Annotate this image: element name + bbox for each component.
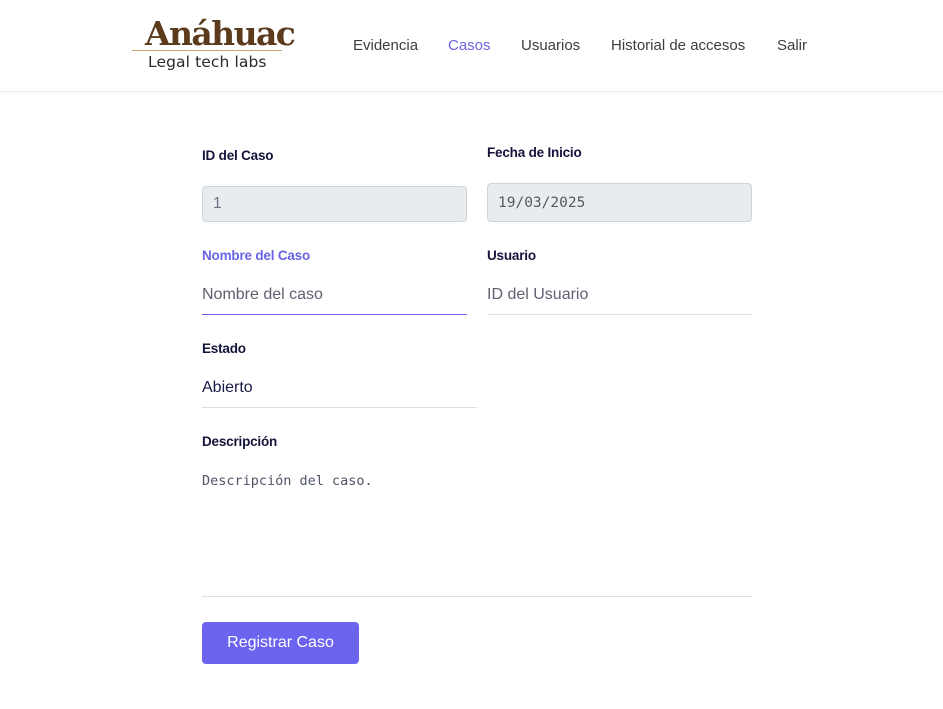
nav-link-usuarios[interactable]: Usuarios	[521, 37, 580, 55]
description-textarea[interactable]	[202, 473, 752, 597]
status-label: Estado	[202, 341, 246, 356]
nav-link-salir[interactable]: Salir	[777, 37, 807, 55]
nav-link-evidencia[interactable]: Evidencia	[353, 37, 418, 55]
logo-tagline: Legal tech labs	[148, 53, 267, 71]
status-input[interactable]	[202, 369, 477, 408]
case-id-field[interactable]: 1	[202, 186, 467, 222]
navbar: Anáhuac Legal tech labs Evidencia Casos …	[0, 0, 943, 92]
start-date-field[interactable]: 19/03/2025	[487, 183, 752, 222]
logo-divider	[132, 50, 282, 51]
case-name-label: Nombre del Caso	[202, 248, 311, 263]
nav-link-historial-de-accesos[interactable]: Historial de accesos	[611, 37, 745, 55]
case-id-label: ID del Caso	[202, 148, 274, 163]
register-case-button[interactable]: Registrar Caso	[202, 622, 359, 664]
user-id-input[interactable]	[487, 276, 752, 315]
brand-logo[interactable]: Anáhuac Legal tech labs	[132, 14, 296, 74]
case-name-input[interactable]	[202, 276, 467, 315]
description-label: Descripción	[202, 434, 278, 449]
user-label: Usuario	[487, 248, 536, 263]
logo-wordmark: Anáhuac	[145, 14, 296, 53]
nav-link-casos[interactable]: Casos	[448, 37, 491, 55]
start-date-label: Fecha de Inicio	[487, 145, 582, 160]
